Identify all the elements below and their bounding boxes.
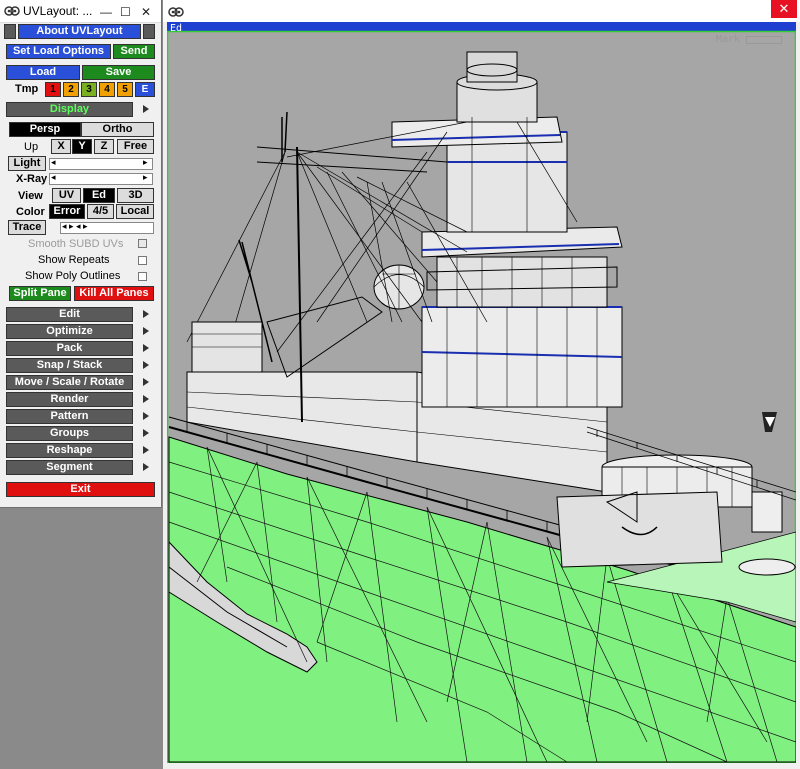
show-poly-outlines-label: Show Poly Outlines xyxy=(25,270,121,282)
menu-optimize-arrow-icon xyxy=(143,327,149,335)
panel-window-title: UVLayout: ... xyxy=(23,4,93,18)
panel-title-bar: UVLayout: ... — ☐ ✕ xyxy=(0,0,161,23)
up-label: Up xyxy=(24,141,39,153)
send-button[interactable]: Send xyxy=(113,44,155,59)
up-free-button[interactable]: Free xyxy=(117,139,154,154)
exit-button[interactable]: Exit xyxy=(6,482,155,497)
3d-viewport[interactable]: Ed Mark xyxy=(167,22,796,763)
smooth-subd-uvs-label: Smooth SUBD UVs xyxy=(28,238,124,250)
menu-groups-button[interactable]: Groups xyxy=(6,426,133,441)
color-label: Color xyxy=(16,206,45,218)
xray-slider-left-arrow-icon[interactable]: ◂ xyxy=(51,172,56,183)
view-label: View xyxy=(18,190,43,202)
menu-segment-button[interactable]: Segment xyxy=(6,460,133,475)
menu-segment-arrow-icon xyxy=(143,463,149,471)
menu-render-button[interactable]: Render xyxy=(6,392,133,407)
show-repeats-label: Show Repeats xyxy=(38,254,110,266)
viewport-title-bar: ✕ xyxy=(163,0,800,22)
trace-button[interactable]: Trace xyxy=(8,220,46,235)
trace-slider-left-arrow-icon[interactable]: ◂ ▸ ◂ ▸ xyxy=(62,221,88,232)
tmp-slot-3[interactable]: 3 xyxy=(81,82,97,97)
menu-pattern-arrow-icon xyxy=(143,412,149,420)
color-local-button[interactable]: Local xyxy=(116,204,154,219)
light-slider[interactable] xyxy=(49,158,153,170)
up-z-button[interactable]: Z xyxy=(94,139,114,154)
tmp-label: Tmp xyxy=(15,83,39,95)
color-error-button[interactable]: Error xyxy=(49,204,85,219)
smooth-subd-uvs-checkbox[interactable] xyxy=(138,239,147,248)
viewport-close-icon[interactable]: ✕ xyxy=(771,0,797,18)
xray-slider-right-arrow-icon[interactable]: ▸ xyxy=(143,172,148,183)
menu-render-arrow-icon xyxy=(143,395,149,403)
menu-pack-button[interactable]: Pack xyxy=(6,341,133,356)
menu-reshape-arrow-icon xyxy=(143,446,149,454)
maximize-icon[interactable]: ☐ xyxy=(120,5,131,19)
about-uvlayout-button[interactable]: About UVLayout xyxy=(18,24,141,39)
xray-label: X-Ray xyxy=(16,173,48,185)
menu-edit-arrow-icon xyxy=(143,310,149,318)
persp-button[interactable]: Persp xyxy=(9,122,81,137)
kill-all-panes-button[interactable]: Kill All Panes xyxy=(74,286,154,301)
menu-move-scale-rotate-button[interactable]: Move / Scale / Rotate xyxy=(6,375,133,390)
ortho-button[interactable]: Ortho xyxy=(81,122,154,137)
tmp-slot-5[interactable]: 5 xyxy=(117,82,133,97)
ship-model-render[interactable] xyxy=(167,22,796,763)
mark-box[interactable] xyxy=(746,36,782,44)
uvlayout-viewport-icon xyxy=(168,7,184,17)
color-45-button[interactable]: 4/5 xyxy=(87,204,114,219)
light-button[interactable]: Light xyxy=(8,156,46,171)
display-arrow-icon xyxy=(143,105,149,113)
menu-reshape-button[interactable]: Reshape xyxy=(6,443,133,458)
mark-label: Mark xyxy=(715,34,740,45)
menu-snap-stack-button[interactable]: Snap / Stack xyxy=(6,358,133,373)
view-3d-button[interactable]: 3D xyxy=(117,188,154,203)
menu-move-scale-rotate-arrow-icon xyxy=(143,378,149,386)
menu-groups-arrow-icon xyxy=(143,429,149,437)
xray-slider[interactable] xyxy=(49,173,153,185)
uvlayout-app-icon xyxy=(4,6,20,16)
tmp-slot-4[interactable]: 4 xyxy=(99,82,115,97)
menu-optimize-button[interactable]: Optimize xyxy=(6,324,133,339)
about-right-handle[interactable] xyxy=(143,24,155,39)
set-load-options-button[interactable]: Set Load Options xyxy=(6,44,111,59)
tmp-slot-2[interactable]: 2 xyxy=(63,82,79,97)
display-menu-button[interactable]: Display xyxy=(6,102,133,117)
save-button[interactable]: Save xyxy=(82,65,155,80)
close-icon[interactable]: ✕ xyxy=(141,5,151,19)
minimize-icon[interactable]: — xyxy=(100,5,112,19)
show-repeats-checkbox[interactable] xyxy=(138,256,147,265)
view-ed-button[interactable]: Ed xyxy=(83,188,115,203)
menu-snap-stack-arrow-icon xyxy=(143,361,149,369)
tmp-slot-e[interactable]: E xyxy=(135,82,155,97)
pane-mode-label: Ed xyxy=(170,23,183,34)
menu-edit-button[interactable]: Edit xyxy=(6,307,133,322)
tmp-slot-1[interactable]: 1 xyxy=(45,82,61,97)
viewport-window: ✕ Ed Mark xyxy=(163,0,800,769)
up-x-button[interactable]: X xyxy=(51,139,71,154)
show-poly-outlines-checkbox[interactable] xyxy=(138,272,147,281)
view-uv-button[interactable]: UV xyxy=(52,188,81,203)
split-pane-button[interactable]: Split Pane xyxy=(9,286,71,301)
up-y-button[interactable]: Y xyxy=(72,139,92,154)
menu-pack-arrow-icon xyxy=(143,344,149,352)
about-left-handle[interactable] xyxy=(4,24,16,39)
light-slider-left-arrow-icon[interactable]: ◂ xyxy=(51,157,56,168)
light-slider-right-arrow-icon[interactable]: ▸ xyxy=(143,157,148,168)
uvlayout-panel-window: UVLayout: ... — ☐ ✕ About UVLayout Set L… xyxy=(0,0,162,508)
menu-pattern-button[interactable]: Pattern xyxy=(6,409,133,424)
load-button[interactable]: Load xyxy=(6,65,80,80)
